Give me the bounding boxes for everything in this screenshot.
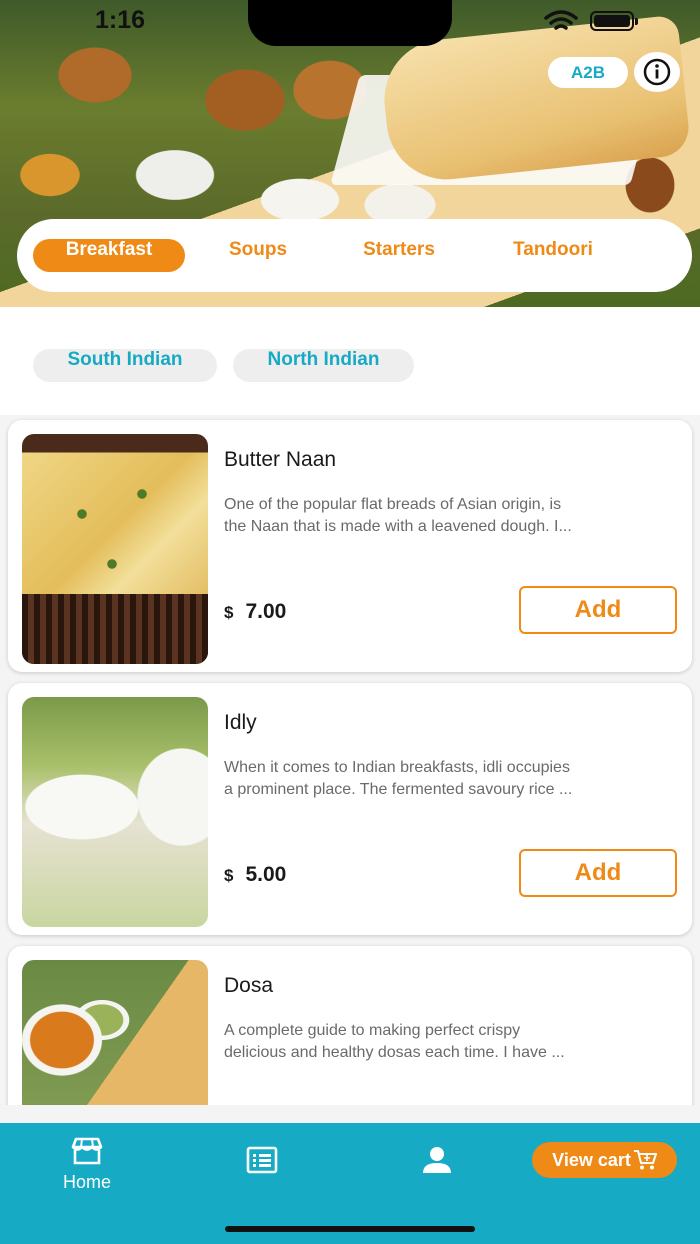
menu-item-card[interactable]: Butter Naan One of the popular flat brea… <box>8 420 692 672</box>
brand-pill[interactable]: A2B <box>548 57 628 88</box>
nav-home-label: Home <box>62 1172 111 1192</box>
menu-item-card[interactable]: Dosa A complete guide to making perfect … <box>8 946 692 1105</box>
view-cart-label: View cart <box>552 1149 631 1170</box>
chip-north-indian[interactable]: North Indian <box>233 349 414 382</box>
info-icon <box>643 58 671 86</box>
item-description-line: delicious and healthy dosas each time. I… <box>224 1044 565 1061</box>
tab-starters[interactable]: Starters <box>337 239 461 272</box>
idly-photo <box>22 697 208 927</box>
home-indicator <box>225 1226 475 1232</box>
tab-tandoori[interactable]: Tandoori <box>487 239 619 272</box>
item-description-line: When it comes to Indian breakfasts, idli… <box>224 759 570 776</box>
menu-screen: 1:16 A2B Breakfast Soups Starters Tandoo… <box>0 0 700 1244</box>
menu-item-card[interactable]: Idly When it comes to Indian breakfasts,… <box>8 683 692 935</box>
price-value: 7.00 <box>245 600 287 623</box>
item-price: $7.00 <box>224 600 286 624</box>
add-button[interactable]: Add <box>519 586 677 634</box>
item-name: Dosa <box>224 974 274 997</box>
butter-naan-photo <box>22 434 208 664</box>
item-price: $5.00 <box>224 863 286 887</box>
battery-icon <box>590 11 638 31</box>
subcategory-filters: South Indian North Indian <box>0 307 700 415</box>
view-cart-button[interactable]: View cart <box>532 1142 677 1178</box>
orders-list-icon[interactable] <box>246 1146 278 1174</box>
info-button[interactable] <box>634 52 680 92</box>
add-button[interactable]: Add <box>519 849 677 897</box>
item-description-line: the Naan that is made with a leavened do… <box>224 518 572 535</box>
cart-icon <box>633 1150 657 1170</box>
item-description: A complete guide to making perfect crisp… <box>224 1020 680 1064</box>
tab-breakfast[interactable]: Breakfast <box>33 239 185 272</box>
tab-soups[interactable]: Soups <box>203 239 313 272</box>
item-description: When it comes to Indian breakfasts, idli… <box>224 757 680 801</box>
item-name: Idly <box>224 711 257 734</box>
device-notch <box>248 0 452 46</box>
status-time: 1:16 <box>95 6 146 34</box>
store-icon <box>71 1137 103 1165</box>
wifi-icon <box>544 10 578 30</box>
currency-symbol: $ <box>224 603 234 622</box>
nav-home[interactable]: Home <box>50 1137 124 1193</box>
hero-food-banner: 1:16 A2B Breakfast Soups Starters Tandoo… <box>0 0 700 307</box>
item-description: One of the popular flat breads of Asian … <box>224 494 680 538</box>
profile-icon[interactable] <box>422 1146 452 1174</box>
item-description-line: a prominent place. The fermented savoury… <box>224 781 573 798</box>
bottom-navigation: Home View cart <box>0 1123 700 1244</box>
item-name: Butter Naan <box>224 448 337 471</box>
item-description-line: A complete guide to making perfect crisp… <box>224 1022 521 1039</box>
currency-symbol: $ <box>224 866 234 885</box>
category-tabs: Breakfast Soups Starters Tandoori <box>17 219 692 292</box>
item-description-line: One of the popular flat breads of Asian … <box>224 496 562 513</box>
price-value: 5.00 <box>245 863 287 886</box>
menu-item-list: Butter Naan One of the popular flat brea… <box>0 415 700 1105</box>
dosa-photo <box>22 960 208 1105</box>
chip-south-indian[interactable]: South Indian <box>33 349 217 382</box>
